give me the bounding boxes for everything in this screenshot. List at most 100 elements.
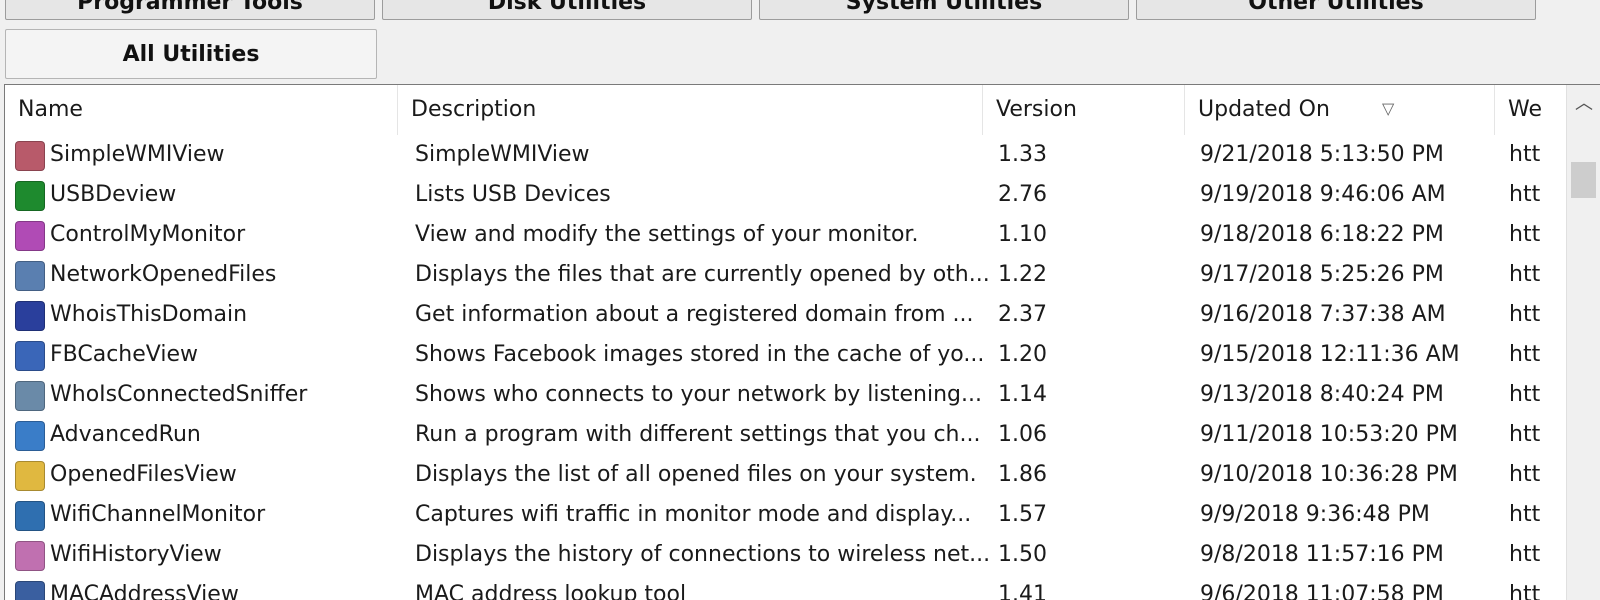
item-name: USBDeview bbox=[50, 182, 177, 207]
column-header-name[interactable]: Name bbox=[5, 85, 398, 135]
list-item[interactable]: WhoIsConnectedSniffer Shows who connects … bbox=[5, 375, 1565, 415]
item-description: Lists USB Devices bbox=[415, 182, 611, 207]
column-header-row: Name Description Version Updated On ▽ We bbox=[5, 85, 1565, 135]
item-version: 1.14 bbox=[998, 382, 1047, 407]
whois-icon bbox=[15, 301, 45, 331]
item-description: Shows who connects to your network by li… bbox=[415, 382, 983, 407]
item-version: 1.86 bbox=[998, 462, 1047, 487]
column-header-description[interactable]: Description bbox=[398, 85, 983, 135]
item-updated-on: 9/16/2018 7:37:38 AM bbox=[1200, 302, 1446, 327]
item-name: ControlMyMonitor bbox=[50, 222, 246, 247]
list-item[interactable]: WifiHistoryView Displays the history of c… bbox=[5, 535, 1565, 575]
list-item[interactable]: WhoisThisDomain Get information about a r… bbox=[5, 295, 1565, 335]
item-name: WifiHistoryView bbox=[50, 542, 222, 567]
item-name: WhoIsConnectedSniffer bbox=[50, 382, 308, 407]
item-updated-on: 9/8/2018 11:57:16 PM bbox=[1200, 542, 1444, 567]
list-item[interactable]: NetworkOpenedFiles Displays the files tha… bbox=[5, 255, 1565, 295]
item-web-link: htt bbox=[1509, 502, 1541, 527]
column-header-web[interactable]: We bbox=[1495, 85, 1565, 135]
item-name: FBCacheView bbox=[50, 342, 198, 367]
item-description: Run a program with different settings th… bbox=[415, 422, 981, 447]
tab-other-utilities[interactable]: Other Utilities bbox=[1136, 0, 1536, 20]
item-updated-on: 9/10/2018 10:36:28 PM bbox=[1200, 462, 1458, 487]
item-web-link: htt bbox=[1509, 542, 1541, 567]
list-item[interactable]: MACAddressView MAC address lookup tool 1.4… bbox=[5, 575, 1565, 600]
scroll-up-arrow-icon[interactable]: ︿ bbox=[1567, 85, 1600, 123]
item-updated-on: 9/6/2018 11:07:58 PM bbox=[1200, 582, 1444, 600]
item-version: 1.50 bbox=[998, 542, 1047, 567]
item-version: 1.10 bbox=[998, 222, 1047, 247]
item-description: Captures wifi traffic in monitor mode an… bbox=[415, 502, 972, 527]
wifi-history-icon bbox=[15, 541, 45, 571]
usb-icon bbox=[15, 181, 45, 211]
item-version: 2.76 bbox=[998, 182, 1047, 207]
list-item[interactable]: FBCacheView Shows Facebook images stored … bbox=[5, 335, 1565, 375]
column-header-updated-on[interactable]: Updated On bbox=[1185, 85, 1495, 135]
network-files-icon bbox=[15, 261, 45, 291]
item-web-link: htt bbox=[1509, 262, 1541, 287]
tab-all-utilities[interactable]: All Utilities bbox=[5, 29, 377, 79]
item-name: WifiChannelMonitor bbox=[50, 502, 266, 527]
item-updated-on: 9/9/2018 9:36:48 PM bbox=[1200, 502, 1430, 527]
item-web-link: htt bbox=[1509, 382, 1541, 407]
item-web-link: htt bbox=[1509, 422, 1541, 447]
item-name: MACAddressView bbox=[50, 582, 239, 600]
category-tabbar: Programmer Tools Disk Utilities System U… bbox=[0, 0, 1600, 84]
tab-programmer-tools[interactable]: Programmer Tools bbox=[5, 0, 375, 20]
wifi-icon bbox=[15, 501, 45, 531]
monitor-icon bbox=[15, 221, 45, 251]
list-item[interactable]: AdvancedRun Run a program with different … bbox=[5, 415, 1565, 455]
tab-system-utilities[interactable]: System Utilities bbox=[759, 0, 1129, 20]
item-description: Displays the files that are currently op… bbox=[415, 262, 990, 287]
item-web-link: htt bbox=[1509, 302, 1541, 327]
item-updated-on: 9/19/2018 9:46:06 AM bbox=[1200, 182, 1446, 207]
sniffer-icon bbox=[15, 381, 45, 411]
scroll-thumb[interactable] bbox=[1571, 162, 1596, 198]
vertical-scrollbar[interactable]: ︿ bbox=[1566, 85, 1600, 600]
item-description: Shows Facebook images stored in the cach… bbox=[415, 342, 985, 367]
item-web-link: htt bbox=[1509, 222, 1541, 247]
item-version: 2.37 bbox=[998, 302, 1047, 327]
item-updated-on: 9/13/2018 8:40:24 PM bbox=[1200, 382, 1444, 407]
item-web-link: htt bbox=[1509, 182, 1541, 207]
item-updated-on: 9/21/2018 5:13:50 PM bbox=[1200, 142, 1444, 167]
item-version: 1.41 bbox=[998, 582, 1047, 600]
list-rows: SimpleWMIView SimpleWMIView 1.33 9/21/2018 … bbox=[5, 135, 1565, 600]
fb-cache-icon bbox=[15, 341, 45, 371]
list-item[interactable]: OpenedFilesView Displays the list of all … bbox=[5, 455, 1565, 495]
item-name: SimpleWMIView bbox=[50, 142, 225, 167]
item-updated-on: 9/17/2018 5:25:26 PM bbox=[1200, 262, 1444, 287]
item-description: MAC address lookup tool bbox=[415, 582, 687, 600]
item-name: AdvancedRun bbox=[50, 422, 201, 447]
item-description: View and modify the settings of your mon… bbox=[415, 222, 919, 247]
item-description: Displays the list of all opened files on… bbox=[415, 462, 977, 487]
item-version: 1.33 bbox=[998, 142, 1047, 167]
utilities-list-view[interactable]: Name Description Version Updated On ▽ We… bbox=[4, 84, 1600, 600]
item-updated-on: 9/15/2018 12:11:36 AM bbox=[1200, 342, 1460, 367]
item-web-link: htt bbox=[1509, 582, 1541, 600]
item-name: WhoisThisDomain bbox=[50, 302, 248, 327]
column-header-version[interactable]: Version bbox=[983, 85, 1185, 135]
item-name: OpenedFilesView bbox=[50, 462, 237, 487]
folder-icon bbox=[15, 461, 45, 491]
item-updated-on: 9/18/2018 6:18:22 PM bbox=[1200, 222, 1444, 247]
list-item[interactable]: WifiChannelMonitor Captures wifi traffic … bbox=[5, 495, 1565, 535]
list-item[interactable]: USBDeview Lists USB Devices 2.76 9/19/2018 … bbox=[5, 175, 1565, 215]
item-version: 1.06 bbox=[998, 422, 1047, 447]
item-version: 1.57 bbox=[998, 502, 1047, 527]
item-name: NetworkOpenedFiles bbox=[50, 262, 277, 287]
item-description: SimpleWMIView bbox=[415, 142, 590, 167]
item-web-link: htt bbox=[1509, 462, 1541, 487]
sort-descending-icon: ▽ bbox=[1382, 99, 1395, 118]
wmi-icon bbox=[15, 141, 45, 171]
list-item[interactable]: SimpleWMIView SimpleWMIView 1.33 9/21/2018 … bbox=[5, 135, 1565, 175]
mac-address-icon bbox=[15, 581, 45, 600]
advanced-run-icon bbox=[15, 421, 45, 451]
item-web-link: htt bbox=[1509, 142, 1541, 167]
item-updated-on: 9/11/2018 10:53:20 PM bbox=[1200, 422, 1458, 447]
tab-disk-utilities[interactable]: Disk Utilities bbox=[382, 0, 752, 20]
list-item[interactable]: ControlMyMonitor View and modify the sett… bbox=[5, 215, 1565, 255]
item-description: Displays the history of connections to w… bbox=[415, 542, 990, 567]
item-description: Get information about a registered domai… bbox=[415, 302, 974, 327]
item-web-link: htt bbox=[1509, 342, 1541, 367]
